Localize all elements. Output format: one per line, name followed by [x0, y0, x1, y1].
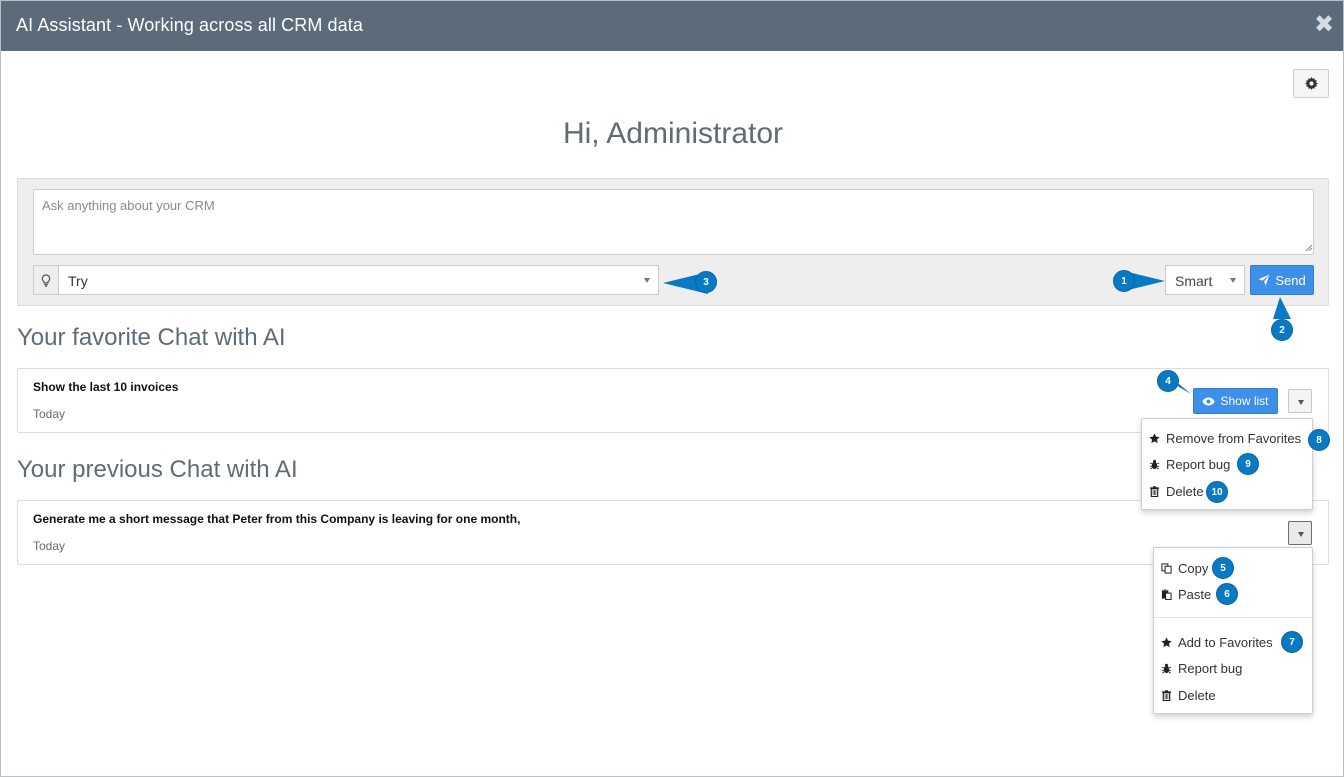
- callout-pointers: [663, 271, 1291, 394]
- callout-badge: 1: [1113, 270, 1135, 292]
- callout-badge: 4: [1157, 370, 1179, 392]
- callout-badge: 8: [1308, 429, 1330, 451]
- callout-badge: 5: [1212, 557, 1234, 579]
- callout-badge: 3: [695, 271, 717, 293]
- callout-badge: 2: [1271, 319, 1293, 341]
- ai-assistant-window: AI Assistant - Working across all CRM da…: [0, 0, 1344, 777]
- callout-badge: 9: [1237, 453, 1259, 475]
- callout-badge: 7: [1281, 631, 1303, 653]
- callout-badge: 10: [1206, 481, 1228, 503]
- callout-badge: 6: [1216, 583, 1238, 605]
